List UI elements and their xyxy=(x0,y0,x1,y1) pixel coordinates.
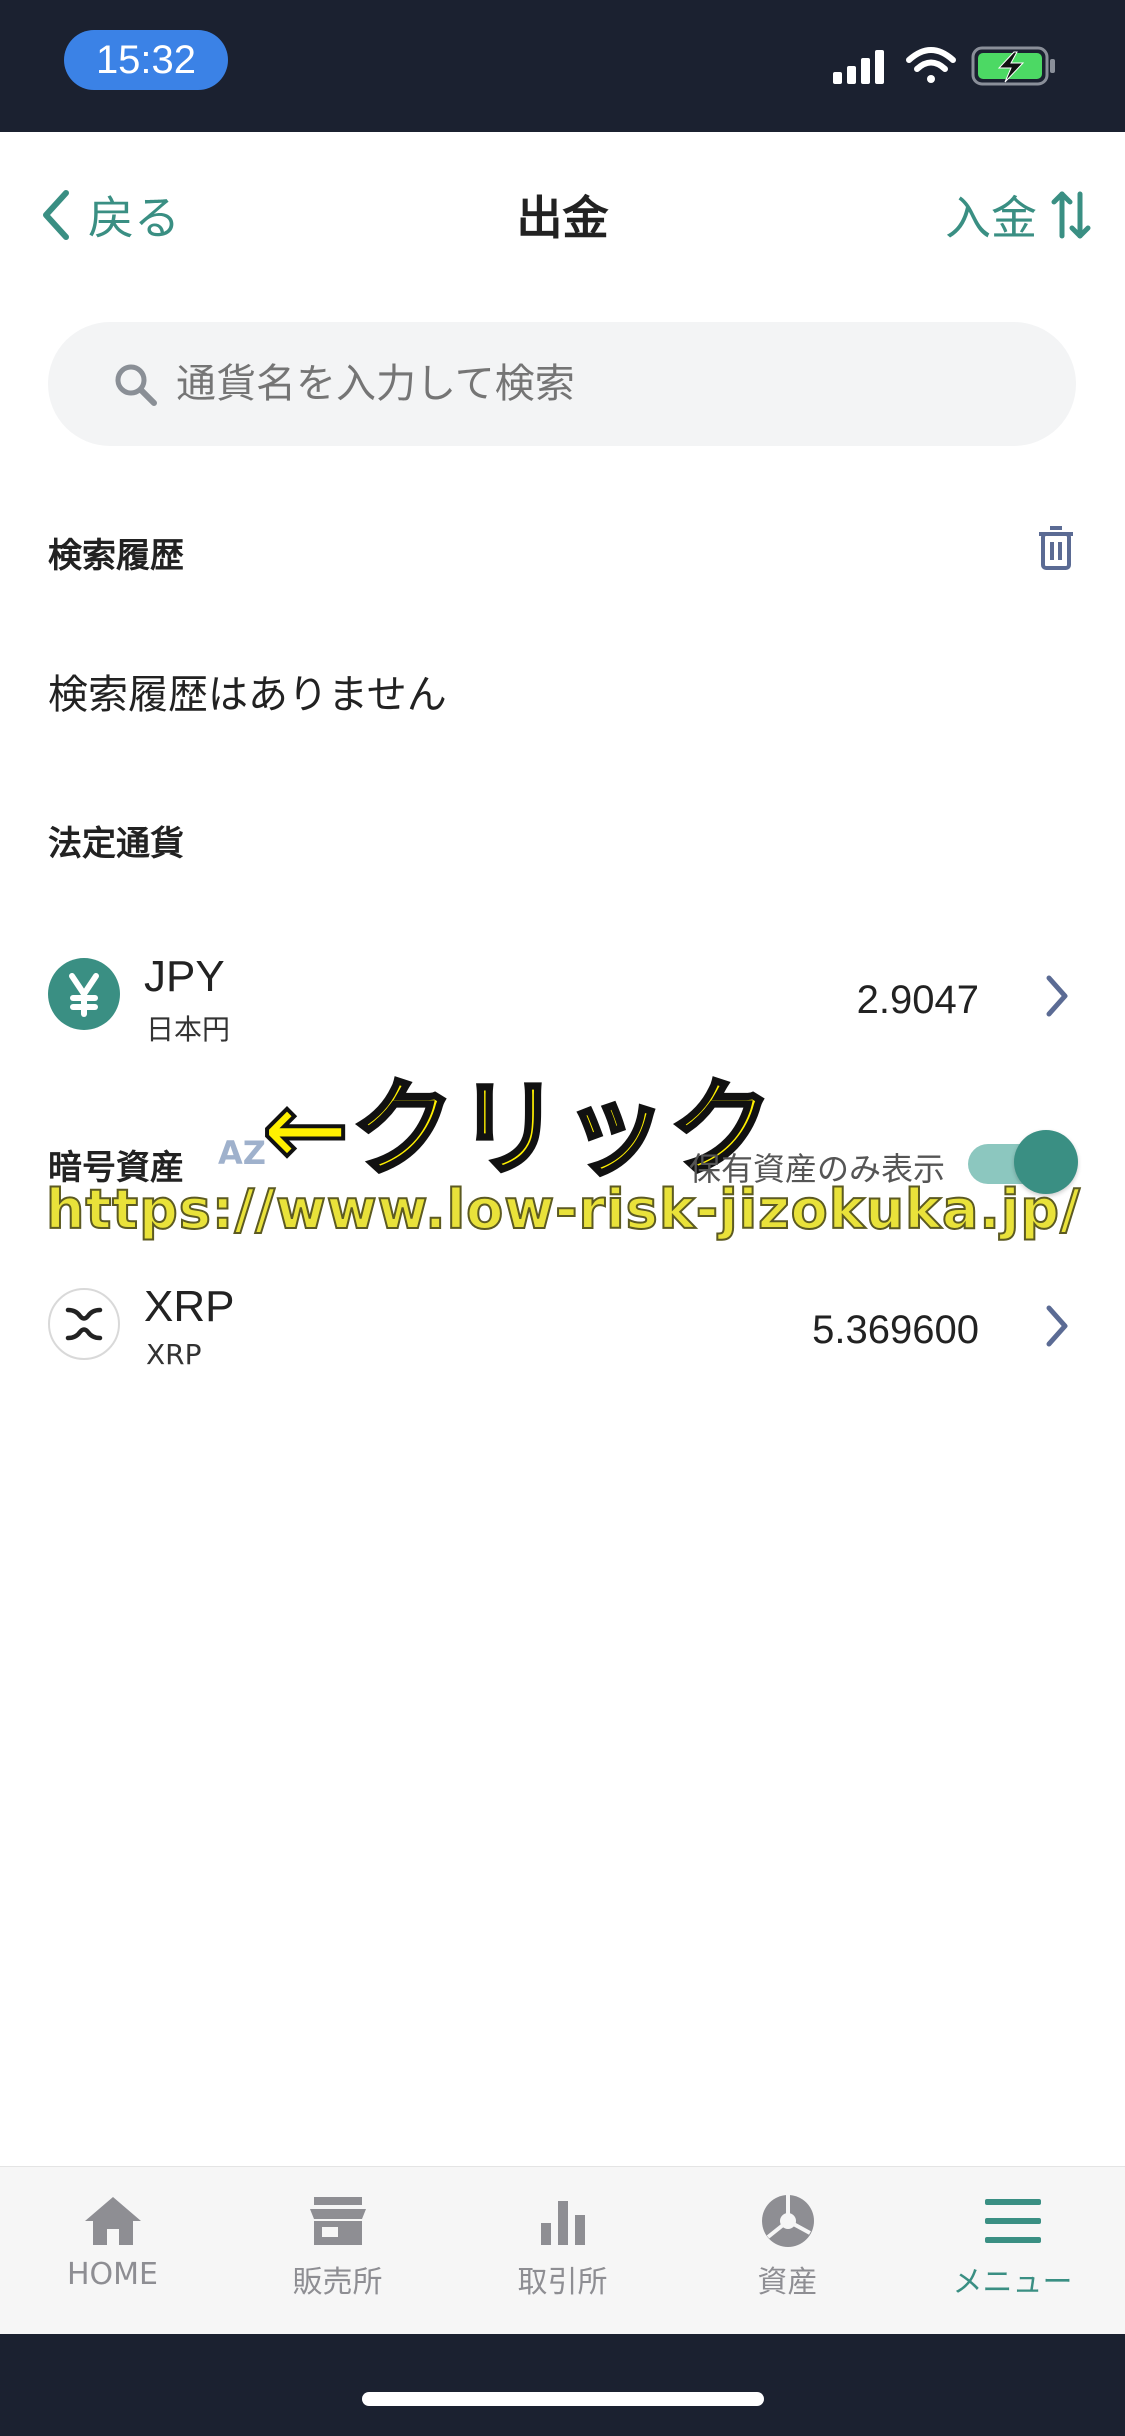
status-icons xyxy=(833,46,1055,86)
deposit-label: 入金 xyxy=(945,191,1037,245)
home-indicator xyxy=(362,2392,764,2406)
coin-symbol: XRP xyxy=(144,1282,235,1331)
history-title: 検索履歴 xyxy=(48,536,184,576)
tab-label: メニュー xyxy=(952,2265,1073,2300)
sort-az-icon[interactable]: AZ xyxy=(218,1134,266,1172)
menu-icon xyxy=(984,2199,1041,2243)
nav-bar: 戻る 出金 入金 xyxy=(0,132,1125,292)
search-input[interactable] xyxy=(176,361,976,407)
coin-name: XRP xyxy=(146,1338,202,1371)
tab-label: 資産 xyxy=(757,2265,818,2300)
tab-menu[interactable]: メニュー xyxy=(900,2167,1125,2335)
coin-symbol: JPY xyxy=(144,952,225,1001)
battery-charging-icon xyxy=(971,46,1055,86)
search-icon xyxy=(115,364,157,406)
pie-chart-icon xyxy=(761,2195,814,2247)
tab-assets[interactable]: 資産 xyxy=(675,2167,900,2335)
status-bar: 15:32 xyxy=(0,0,1125,132)
list-item-xrp[interactable]: XRP XRP 5.369600 xyxy=(0,1264,1125,1384)
bar-chart-icon xyxy=(540,2201,585,2245)
withdraw-screen: 戻る 出金 入金 検索履歴 検索履歴はありません 法定通貨 xyxy=(0,132,1125,2167)
xrp-logo-icon xyxy=(48,1288,120,1360)
status-time: 15:32 xyxy=(64,30,228,90)
tab-label: HOME xyxy=(66,2257,158,2292)
signal-icon xyxy=(833,50,884,84)
coin-name: 日本円 xyxy=(146,1013,231,1046)
home-icon xyxy=(84,2197,141,2245)
tab-store[interactable]: 販売所 xyxy=(225,2167,450,2335)
tab-label: 取引所 xyxy=(517,2265,608,2300)
tab-exchange[interactable]: 取引所 xyxy=(450,2167,675,2335)
list-item-jpy[interactable]: JPY 日本円 2.9047 xyxy=(0,934,1125,1054)
search-bar[interactable] xyxy=(48,322,1076,446)
wifi-icon xyxy=(906,47,956,83)
tab-label: 販売所 xyxy=(292,2265,383,2300)
chevron-right-icon xyxy=(1046,1305,1068,1347)
coin-amount: 5.369600 xyxy=(812,1308,979,1352)
chevron-right-icon xyxy=(1046,975,1068,1017)
watermark: https://www.low-risk-jizokuka.jp/ xyxy=(45,1177,1081,1242)
history-empty-text: 検索履歴はありません xyxy=(48,672,447,718)
store-icon xyxy=(309,2197,366,2245)
swap-vertical-icon xyxy=(1051,191,1091,239)
tab-home[interactable]: HOME xyxy=(0,2167,225,2335)
yen-icon xyxy=(48,958,120,1030)
fiat-title: 法定通貨 xyxy=(48,824,184,864)
deposit-button[interactable]: 入金 xyxy=(945,180,1091,250)
coin-amount: 2.9047 xyxy=(856,978,979,1022)
trash-icon[interactable] xyxy=(1036,524,1076,572)
